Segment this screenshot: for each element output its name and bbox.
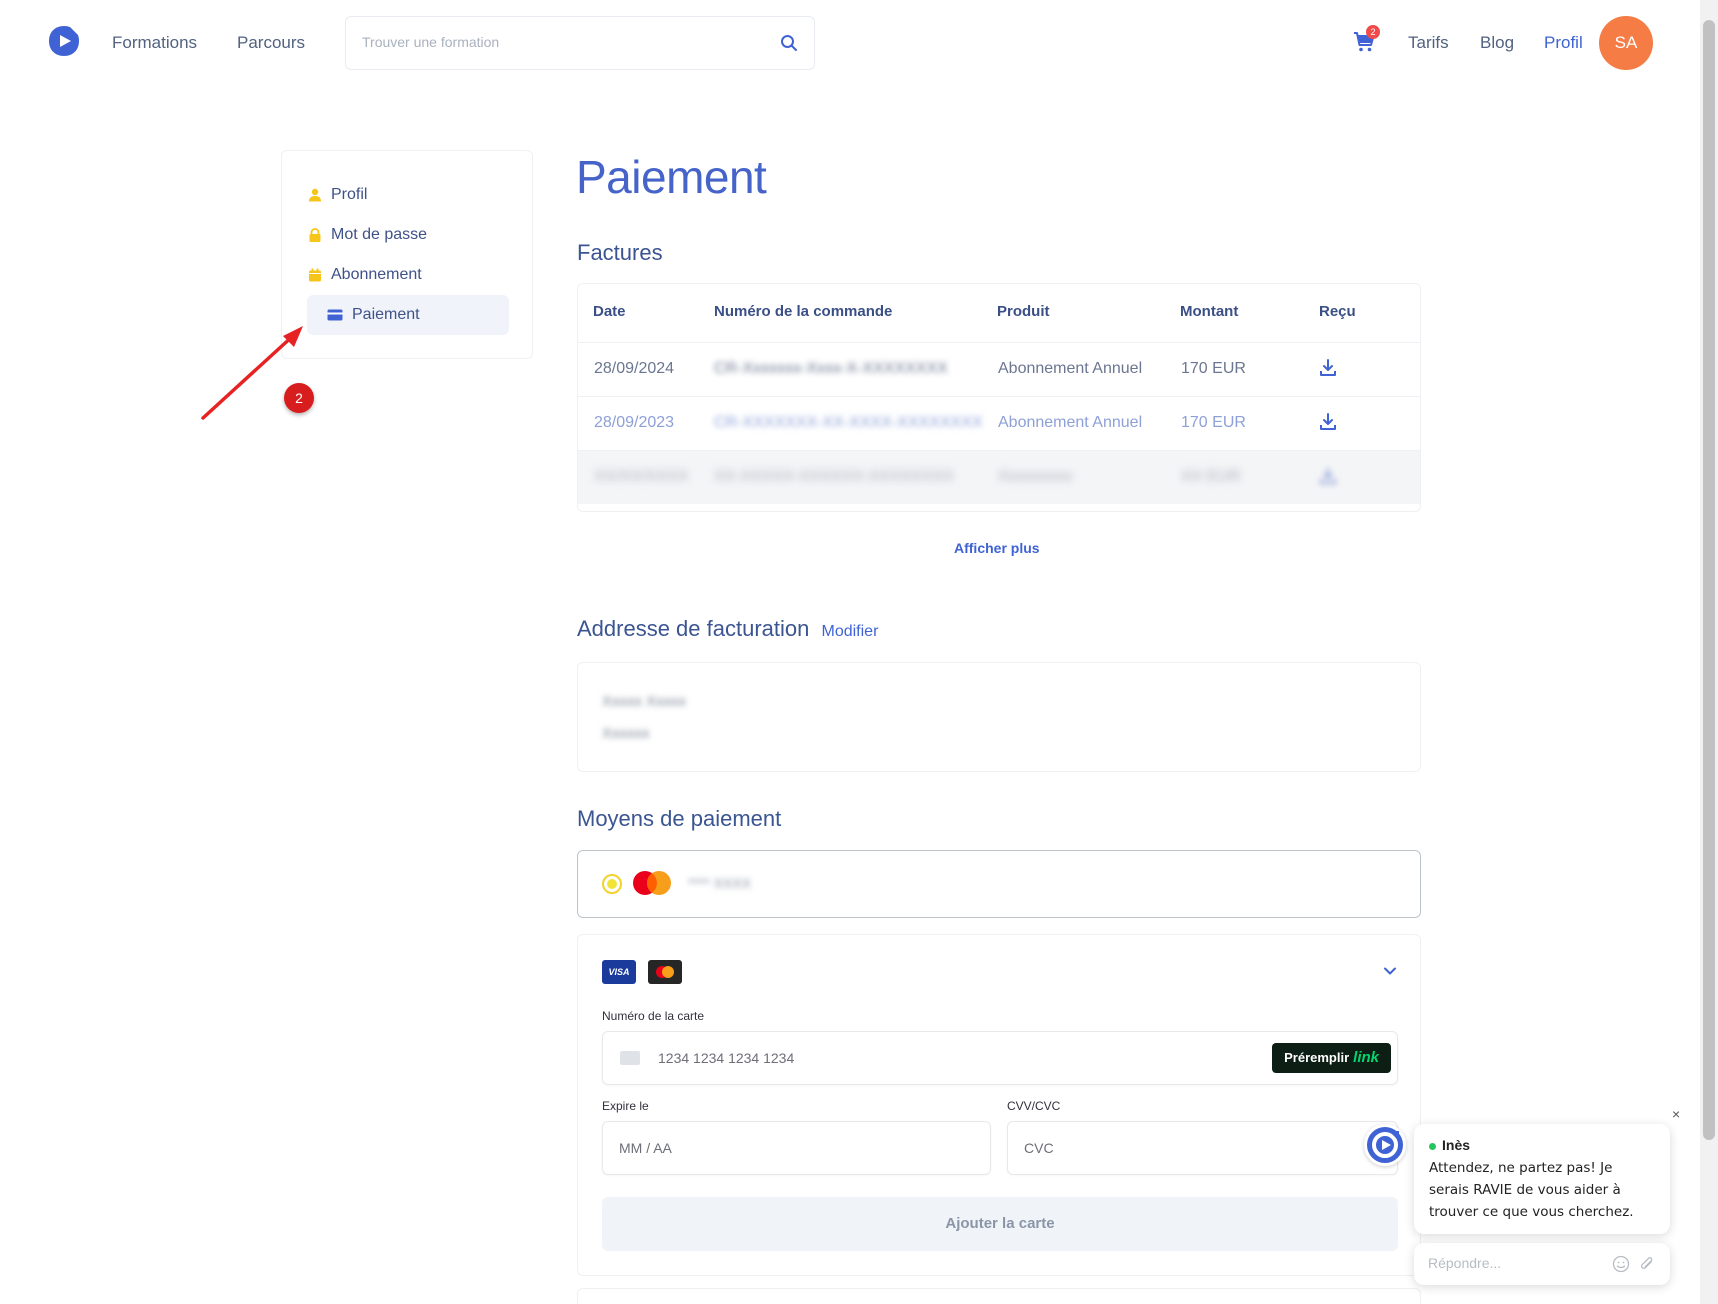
cart-count-badge: 2 xyxy=(1366,25,1380,39)
nav-blog[interactable]: Blog xyxy=(1480,33,1514,53)
table-row: XX/XX/XXXX XX-XXXXX-XXXXXX-XXXXXXXX Xxxx… xyxy=(578,450,1420,504)
column-header-receipt: Reçu xyxy=(1319,303,1356,320)
user-icon xyxy=(309,188,321,202)
card-number-label: Numéro de la carte xyxy=(602,1009,705,1023)
sidebar-item-label: Paiement xyxy=(352,306,420,323)
link-brand-label: link xyxy=(1353,1049,1379,1066)
chat-reply-input[interactable] xyxy=(1428,1255,1608,1271)
cvc-field[interactable] xyxy=(1007,1121,1398,1175)
payment-methods-title: Moyens de paiement xyxy=(577,806,782,831)
attachment-icon[interactable] xyxy=(1638,1255,1656,1273)
invoices-title: Factures xyxy=(577,240,663,265)
mastercard-icon xyxy=(633,871,671,895)
sidebar-item-label: Profil xyxy=(331,186,368,203)
invoice-order-number: CR-Xxxxxxx-Xxxx-X-XXXXXXXX xyxy=(714,360,948,377)
nav-parcours[interactable]: Parcours xyxy=(237,33,305,53)
card-number-field[interactable]: Préremplirlink xyxy=(602,1031,1398,1085)
sidebar-item-mot-de-passe[interactable]: Mot de passe xyxy=(308,215,427,255)
chevron-down-icon[interactable] xyxy=(1383,964,1397,978)
chat-agent-avatar[interactable] xyxy=(1364,1124,1406,1166)
invoice-date: 28/09/2023 xyxy=(594,414,675,431)
chat-message-bubble[interactable]: Inès Attendez, ne partez pas! Je serais … xyxy=(1414,1124,1670,1234)
avatar[interactable]: SA xyxy=(1599,16,1653,70)
column-header-date: Date xyxy=(593,303,626,320)
generic-card-icon xyxy=(620,1051,640,1065)
online-status-dot xyxy=(1429,1142,1436,1150)
column-header-amount: Montant xyxy=(1180,303,1239,320)
invoice-amount: 170 EUR xyxy=(1181,414,1246,431)
nav-formations[interactable]: Formations xyxy=(112,33,197,53)
expiry-label: Expire le xyxy=(602,1099,649,1113)
chat-close-button[interactable]: × xyxy=(1672,1106,1680,1122)
sidebar-item-abonnement[interactable]: Abonnement xyxy=(308,255,422,295)
search-input[interactable] xyxy=(362,34,742,50)
link-prefill-button[interactable]: Préremplir link xyxy=(1272,1043,1391,1073)
invoice-date: XX/XX/XXXX xyxy=(594,468,689,485)
search-icon[interactable] xyxy=(780,34,798,52)
invoices-table: Date Numéro de la commande Produit Monta… xyxy=(577,283,1421,512)
show-more-button[interactable]: Afficher plus xyxy=(954,540,1040,556)
download-icon[interactable] xyxy=(1319,359,1337,377)
logo-icon[interactable] xyxy=(47,24,81,58)
chat-agent-name-text: Inès xyxy=(1442,1137,1471,1153)
invoice-product: Abonnement Annuel xyxy=(998,360,1143,377)
address-country: Xxxxxx xyxy=(602,725,650,742)
saved-payment-method[interactable]: **** XXXX xyxy=(577,850,1421,918)
scrollbar-thumb[interactable] xyxy=(1703,20,1715,1140)
chat-message-text: Attendez, ne partez pas! Je serais RAVIE… xyxy=(1429,1160,1634,1220)
cvc-input[interactable] xyxy=(1024,1140,1324,1156)
billing-address-title: Addresse de facturation Modifier xyxy=(577,616,878,642)
invoice-product: Xxxxxxxxx xyxy=(998,468,1073,485)
emoji-icon[interactable] xyxy=(1612,1255,1630,1273)
lock-icon xyxy=(309,228,321,242)
nav-profil[interactable]: Profil xyxy=(1544,33,1583,53)
billing-address-card: Xxxxx Xxxxx Xxxxxx xyxy=(577,662,1421,772)
nav-tarifs[interactable]: Tarifs xyxy=(1408,33,1449,53)
invoice-product: Abonnement Annuel xyxy=(998,414,1143,431)
step-badge: 2 xyxy=(284,383,314,413)
modify-address-link[interactable]: Modifier xyxy=(822,623,879,640)
search-bar xyxy=(345,16,815,70)
saved-card-number: **** XXXX xyxy=(688,875,752,891)
credit-card-icon xyxy=(327,309,343,321)
column-header-product: Produit xyxy=(997,303,1050,320)
invoice-amount: 170 EUR xyxy=(1181,360,1246,377)
sidebar-item-paiement[interactable]: Paiement xyxy=(307,295,509,335)
sidebar-item-label: Mot de passe xyxy=(331,226,428,243)
account-sidebar: Profil Mot de passe Abonnement Paiement xyxy=(281,150,533,359)
sidebar-item-profil[interactable]: Profil xyxy=(308,175,367,215)
next-section-card xyxy=(577,1288,1421,1304)
top-navbar: Formations Parcours 2 Tarifs Blog Profil… xyxy=(0,0,1700,86)
visa-icon: VISA xyxy=(602,960,636,984)
chat-agent-name: Inès xyxy=(1429,1137,1655,1153)
page-title: Paiement xyxy=(576,151,767,203)
download-icon[interactable] xyxy=(1319,413,1337,431)
chat-logo-icon xyxy=(1372,1131,1399,1158)
address-name: Xxxxx Xxxxx xyxy=(602,693,687,710)
cvc-label: CVV/CVC xyxy=(1007,1099,1061,1113)
chat-reply-box xyxy=(1414,1243,1670,1285)
billing-address-heading: Addresse de facturation xyxy=(577,616,810,641)
invoice-date: 28/09/2024 xyxy=(594,360,675,377)
add-card-button[interactable]: Ajouter la carte xyxy=(602,1197,1398,1251)
expiry-field[interactable] xyxy=(602,1121,991,1175)
add-card-form: VISA Numéro de la carte Préremplirlink E… xyxy=(577,934,1421,1276)
payment-method-radio[interactable] xyxy=(602,874,622,894)
sidebar-item-label: Abonnement xyxy=(331,266,422,283)
calendar-icon xyxy=(309,268,321,282)
mastercard-icon xyxy=(648,960,682,984)
column-header-order: Numéro de la commande xyxy=(714,303,893,320)
invoice-order-number: CR-XXXXXXX-XX-XXXX-XXXXXXXX xyxy=(714,414,983,431)
invoice-order-number: XX-XXXXX-XXXXXX-XXXXXXXX xyxy=(714,468,955,485)
download-icon[interactable] xyxy=(1319,467,1337,485)
expiry-input[interactable] xyxy=(619,1140,959,1156)
invoice-amount: XX EUR xyxy=(1181,468,1241,485)
table-row: 28/09/2023 CR-XXXXXXX-XX-XXXX-XXXXXXXX A… xyxy=(578,396,1420,450)
prefill-label: Préremplir xyxy=(1284,1050,1350,1065)
card-number-input[interactable] xyxy=(658,1050,1218,1066)
table-row: 28/09/2024 CR-Xxxxxxx-Xxxx-X-XXXXXXXX Ab… xyxy=(578,342,1420,396)
